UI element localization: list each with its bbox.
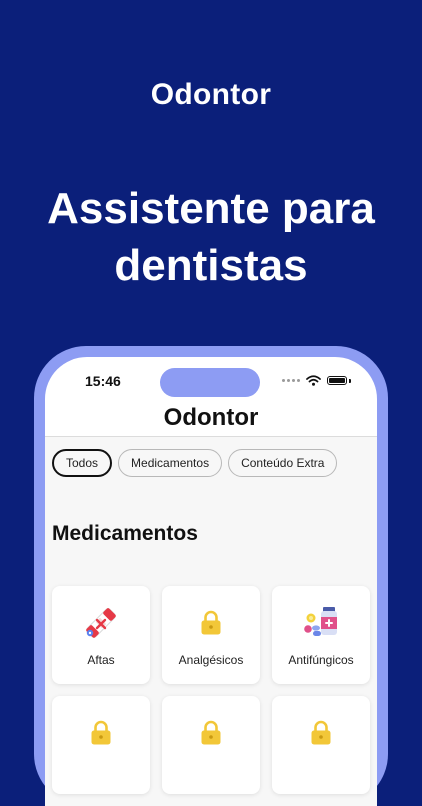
lock-icon: [162, 604, 260, 642]
card-analgesicos[interactable]: Analgésicos: [162, 586, 260, 684]
battery-cap: [349, 378, 351, 383]
dynamic-island: [160, 368, 260, 397]
headline-line-2: dentistas: [114, 241, 308, 290]
lock-icon: [52, 714, 150, 752]
filter-chip-conteudo-extra[interactable]: Conteúdo Extra: [228, 449, 338, 477]
battery-icon: [327, 376, 347, 385]
medication-grid: Aftas Analgésicos Antifúngicos: [52, 586, 370, 794]
brand-title: Odontor: [150, 78, 272, 111]
card-locked-4[interactable]: [52, 696, 150, 794]
status-time: 15:46: [85, 373, 121, 389]
card-label: Aftas: [87, 653, 115, 667]
card-label: Antifúngicos: [288, 653, 354, 667]
card-antifungicos[interactable]: Antifúngicos: [272, 586, 370, 684]
lock-icon: [272, 714, 370, 752]
filter-chip-todos[interactable]: Todos: [52, 449, 113, 477]
wifi-icon: [306, 375, 321, 386]
content-area: Todos Medicamentos Conteúdo Extra Medica…: [45, 437, 377, 806]
filter-chip-medicamentos[interactable]: Medicamentos: [118, 449, 223, 477]
headline: Assistente para dentistas: [0, 180, 422, 294]
pill-bandage-icon: [52, 604, 150, 642]
section-title: Medicamentos: [52, 522, 198, 545]
app-title: Odontor: [163, 404, 259, 431]
card-locked-6[interactable]: [272, 696, 370, 794]
filter-chips: Todos Medicamentos Conteúdo Extra: [52, 449, 338, 477]
medicine-bottle-icon: [272, 604, 370, 642]
card-aftas[interactable]: Aftas: [52, 586, 150, 684]
phone-frame: 15:46 Odontor Todos Medicamentos Conteúd…: [34, 346, 388, 806]
card-label: Analgésicos: [178, 653, 244, 667]
lock-icon: [162, 714, 260, 752]
status-indicators: [282, 375, 351, 386]
headline-line-1: Assistente para: [47, 184, 375, 233]
signal-icon: [282, 379, 300, 382]
phone-screen: 15:46 Odontor Todos Medicamentos Conteúd…: [45, 357, 377, 806]
card-locked-5[interactable]: [162, 696, 260, 794]
